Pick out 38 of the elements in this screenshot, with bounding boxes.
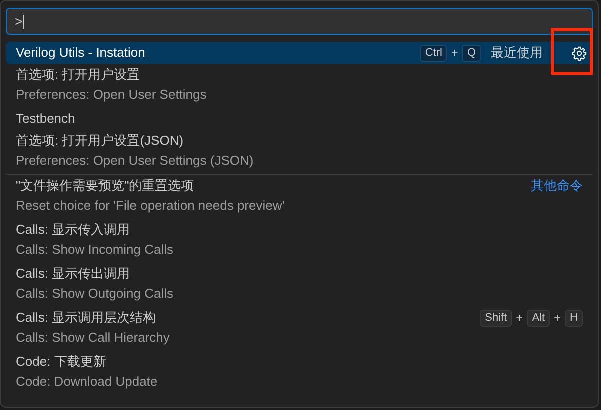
keybinding-key: Shift	[480, 310, 512, 326]
command-label: 首选项: 打开用户设置(JSON)	[16, 132, 184, 150]
settings-icon[interactable]	[571, 45, 587, 61]
command-item[interactable]: "文件操作需要预览"的重置选项 其他命令 Reset choice for 'File operation needs preview'	[6, 175, 593, 219]
key-separator: +	[451, 45, 458, 62]
command-label: Code: 下载更新	[16, 353, 106, 372]
command-label: Calls: 显示调用层次结构	[16, 309, 156, 328]
highlight-frame	[551, 28, 593, 75]
command-detail: Preferences: Open User Settings	[16, 86, 207, 104]
command-item[interactable]: 首选项: 打开用户设置 Preferences: Open User Settings	[6, 64, 593, 108]
command-label: Calls: 显示传出调用	[16, 265, 130, 284]
group-label: 其他命令	[531, 177, 583, 196]
command-label: "文件操作需要预览"的重置选项	[16, 177, 194, 196]
command-detail: Preferences: Open User Settings (JSON)	[16, 152, 254, 170]
command-detail: Calls: Show Outgoing Calls	[16, 285, 174, 303]
command-input-field[interactable]: >	[6, 8, 593, 35]
keybinding-key: Q	[462, 44, 481, 62]
keybinding-key: Alt	[527, 310, 550, 326]
command-label: Verilog Utils - Instation	[16, 44, 146, 62]
command-item[interactable]: 首选项: 打开用户设置(JSON) Preferences: Open User Settings (JSON)	[6, 130, 593, 174]
command-label: Calls: 显示传入调用	[16, 221, 130, 240]
command-label: Testbench	[16, 110, 76, 128]
command-item[interactable]: Testbench	[6, 108, 593, 130]
command-detail: Calls: Show Incoming Calls	[16, 241, 174, 259]
group-label: 最近使用	[491, 44, 543, 62]
command-item[interactable]: Calls: 显示传出调用 Calls: Show Outgoing Calls	[6, 263, 593, 307]
key-separator: +	[554, 310, 562, 327]
command-item[interactable]: Verilog Utils - Instation Ctrl + Q 最近使用	[6, 42, 593, 64]
command-detail: Code: Download Update	[16, 373, 158, 391]
command-detail: Calls: Show Call Hierarchy	[16, 329, 170, 347]
command-detail: Reset choice for 'File operation needs preview'	[16, 197, 285, 215]
key-separator: +	[516, 310, 524, 327]
command-item[interactable]: Calls: 显示调用层次结构 Shift + Alt + H Calls: Show Call Hierarchy	[6, 307, 593, 351]
keybinding-key: H	[565, 310, 583, 326]
keybinding-key: Ctrl	[420, 44, 448, 62]
command-label: 首选项: 打开用户设置	[16, 66, 140, 84]
command-item[interactable]: Code: 下载更新 Code: Download Update	[6, 351, 593, 395]
command-item[interactable]: Calls: 显示传入调用 Calls: Show Incoming Calls	[6, 219, 593, 263]
